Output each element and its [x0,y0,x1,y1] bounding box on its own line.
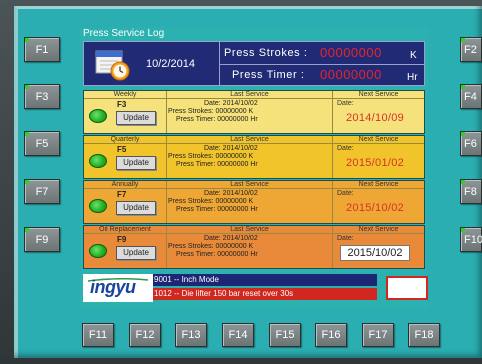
function-key-label: F3 [117,100,127,109]
service-name: Oil Replacement [84,226,166,234]
service-name: Weekly [84,91,166,99]
last-service-date: Date: 2014/10/02 [204,145,258,152]
key-led-icon [25,228,29,232]
last-service-timer: Press Timer: 00000000 Hr [176,116,258,123]
update-button[interactable]: Update [116,156,156,170]
service-name: Quarterly [84,136,166,144]
alarm-indicator[interactable] [386,276,428,300]
press-timer-value: 00000000 [320,67,382,82]
key-f5[interactable]: F5 [24,131,60,156]
key-led-icon [461,228,465,232]
service-row-oil-replacement: Oil Replacement Last Service Next Servic… [83,225,425,269]
status-led-icon [89,154,107,168]
last-service-date: Date: 2014/10/02 [204,235,258,242]
last-service-timer: Press Timer: 00000000 Hr [176,206,258,213]
key-led-icon [25,180,29,184]
key-f15[interactable]: F15 [269,323,301,347]
hmi-screen: Press Service Log 10/2/2014 Press Stroke… [80,28,428,308]
key-led-icon [461,180,465,184]
last-service-header: Last Service [166,181,332,189]
key-led-icon [461,132,465,136]
key-f17[interactable]: F17 [362,323,394,347]
key-f9[interactable]: F9 [24,227,60,252]
status-message: 9001 -- Inch Mode [153,274,377,286]
press-strokes-label: Press Strokes : [224,47,308,59]
last-service-strokes: Press Strokes: 00000000 K [168,243,254,250]
last-service-date: Date: 2014/10/02 [204,100,258,107]
update-button[interactable]: Update [116,111,156,125]
last-service-strokes: Press Strokes: 00000000 K [168,153,254,160]
update-button[interactable]: Update [116,246,156,260]
status-led-icon [89,199,107,213]
press-strokes-value: 00000000 [320,45,382,60]
key-f7[interactable]: F7 [24,179,60,204]
key-led-icon [461,38,465,42]
next-service-date-input[interactable]: 2015/10/02 [340,245,410,261]
last-service-header: Last Service [166,226,332,234]
status-led-icon [89,244,107,258]
key-f3[interactable]: F3 [24,84,60,109]
next-service-label: Date: [337,235,354,242]
next-service-header: Next Service [332,91,424,99]
press-strokes-unit: K [410,50,417,61]
key-f14[interactable]: F14 [222,323,254,347]
next-service-header: Next Service [332,136,424,144]
key-f12[interactable]: F12 [129,323,161,347]
alarm-message: 1012 -- Die lifter 150 bar reset over 30… [153,288,377,300]
update-button[interactable]: Update [116,201,156,215]
service-row-annually: Annually Last Service Next Service F7 Up… [83,180,425,224]
last-service-header: Last Service [166,91,332,99]
brand-logo: ingyu [83,274,153,302]
key-led-icon [25,38,29,42]
last-service-date: Date: 2014/10/02 [204,190,258,197]
key-f1[interactable]: F1 [24,37,60,62]
status-led-icon [89,109,107,123]
page-title: Press Service Log [83,28,165,39]
last-service-header: Last Service [166,136,332,144]
calendar-clock-icon [95,50,130,81]
next-service-date: 2015/10/02 [346,202,405,214]
last-service-strokes: Press Strokes: 00000000 K [168,108,254,115]
press-status-header: 10/2/2014 Press Strokes : 00000000 K Pre… [83,41,425,86]
function-key-label: F9 [117,235,127,244]
next-service-header: Next Service [332,181,424,189]
current-date: 10/2/2014 [146,58,195,70]
brand-name: ingyu [90,277,136,297]
next-service-date: 2015/01/02 [346,157,405,169]
last-service-strokes: Press Strokes: 00000000 K [168,198,254,205]
key-f2[interactable]: F2 [460,37,482,62]
key-f13[interactable]: F13 [175,323,207,347]
last-service-timer: Press Timer: 00000000 Hr [176,161,258,168]
function-key-label: F7 [117,190,127,199]
press-timer-unit: Hr [407,72,418,83]
key-led-icon [461,85,465,89]
key-f8[interactable]: F8 [460,179,482,204]
next-service-label: Date: [337,100,354,107]
service-row-quarterly: Quarterly Last Service Next Service F5 U… [83,135,425,179]
key-f11[interactable]: F11 [82,323,114,347]
next-service-header: Next Service [332,226,424,234]
next-service-date: 2014/10/09 [346,112,405,124]
key-f4[interactable]: F4 [460,84,482,109]
next-service-label: Date: [337,145,354,152]
press-timer-label: Press Timer : [232,69,305,81]
service-row-weekly: Weekly Last Service Next Service F3 Upda… [83,90,425,134]
next-service-label: Date: [337,190,354,197]
last-service-timer: Press Timer: 00000000 Hr [176,251,258,258]
key-f18[interactable]: F18 [408,323,440,347]
key-led-icon [25,85,29,89]
key-led-icon [25,132,29,136]
service-name: Annually [84,181,166,189]
key-f16[interactable]: F16 [315,323,347,347]
key-f6[interactable]: F6 [460,131,482,156]
function-key-label: F5 [117,145,127,154]
key-f10[interactable]: F10 [460,227,482,252]
